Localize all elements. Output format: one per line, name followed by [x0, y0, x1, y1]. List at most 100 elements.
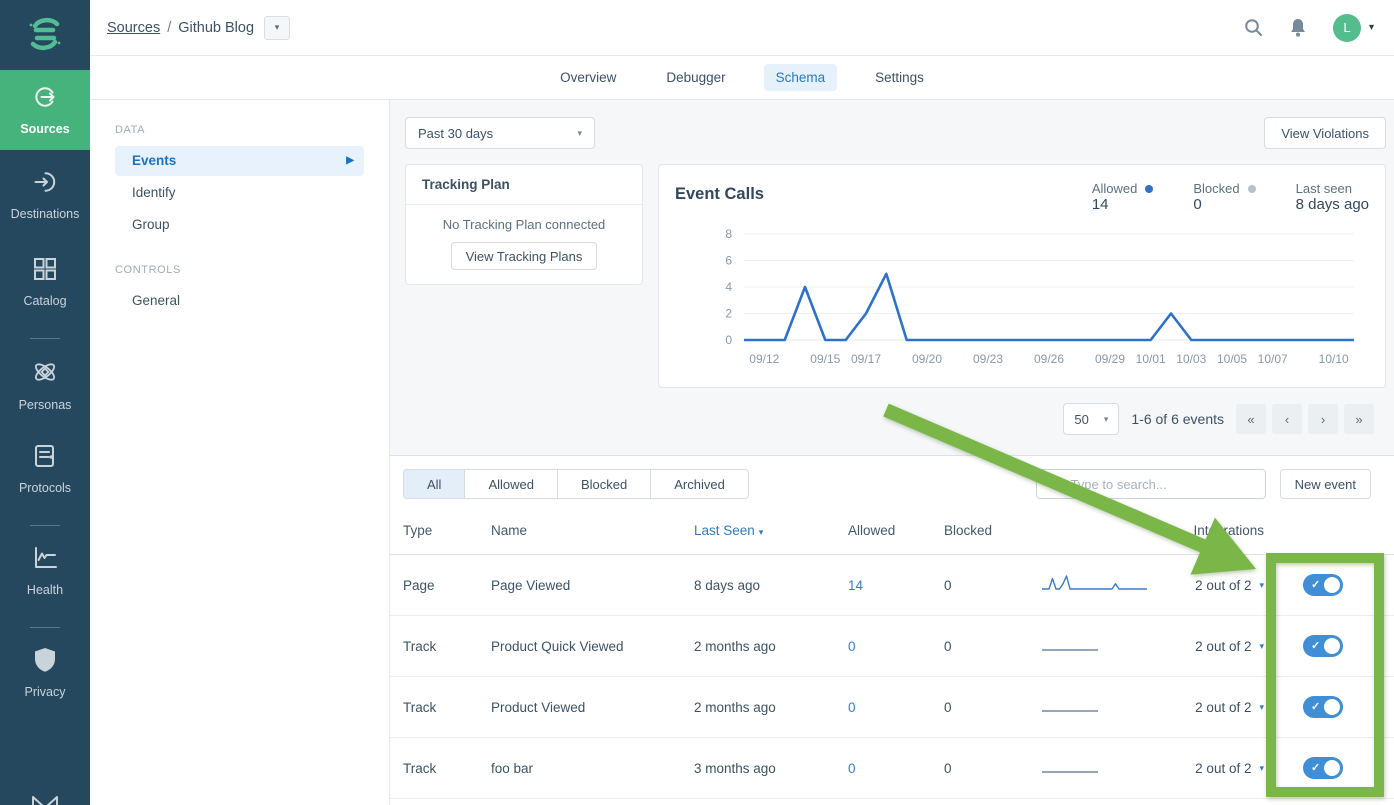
cell-name: Product Quick Viewed — [491, 639, 694, 654]
check-icon: ✓ — [1311, 700, 1320, 713]
event-row-product-quick-viewed: TrackProduct Quick Viewed2 months ago002… — [390, 616, 1394, 677]
date-range-select[interactable]: Past 30 days ▾ — [405, 117, 595, 149]
tab-overview[interactable]: Overview — [548, 64, 628, 91]
svg-text:10/10: 10/10 — [1319, 352, 1349, 366]
tracking-plan-message: No Tracking Plan connected — [416, 217, 632, 232]
pagination-summary: 1-6 of 6 events — [1131, 411, 1224, 427]
notifications-bell-icon[interactable] — [1289, 18, 1307, 38]
chevron-down-icon: ▾ — [1369, 22, 1374, 33]
cell-integrations[interactable]: 2 out of 2▾ — [1164, 639, 1264, 654]
column-header-blocked: Blocked — [944, 523, 1040, 538]
schema-side-panel: DATA Events▶IdentifyGroup CONTROLS Gener… — [90, 100, 390, 805]
sidebar-item-personas[interactable]: Personas — [0, 347, 90, 422]
event-enabled-toggle[interactable]: ✓ — [1303, 757, 1343, 779]
svg-text:09/26: 09/26 — [1034, 352, 1064, 366]
cell-type: Track — [403, 761, 491, 776]
sidebar-item-privacy[interactable]: Privacy — [0, 636, 90, 709]
cell-type: Track — [403, 639, 491, 654]
controls-section-items: General — [90, 286, 389, 316]
svg-text:09/15: 09/15 — [810, 352, 840, 366]
page-size-select[interactable]: 50 ▾ — [1063, 403, 1119, 435]
event-enabled-toggle[interactable]: ✓ — [1303, 574, 1343, 596]
svg-text:09/29: 09/29 — [1095, 352, 1125, 366]
events-table: TypeNameLast Seen▾AllowedBlocked Integrat… — [390, 507, 1394, 799]
search-input[interactable] — [1069, 476, 1255, 493]
column-header-name: Name — [491, 523, 694, 538]
search-icon[interactable] — [1244, 18, 1263, 37]
tab-schema[interactable]: Schema — [764, 64, 838, 91]
data-section-heading: DATA — [115, 124, 389, 136]
chevron-down-icon: ▾ — [275, 22, 280, 33]
events-table-section: AllAllowedBlockedArchived New event — [390, 455, 1394, 805]
avatar[interactable]: L — [1333, 14, 1361, 42]
column-header-last-seen[interactable]: Last Seen▾ — [694, 523, 848, 538]
sort-caret-icon: ▾ — [759, 527, 764, 537]
cell-blocked: 0 — [944, 639, 1040, 654]
top-bar: Sources / Github Blog ▾ L ▾ — [90, 0, 1394, 56]
cell-allowed-link[interactable]: 0 — [848, 761, 944, 776]
event-enabled-toggle[interactable]: ✓ — [1303, 635, 1343, 657]
last-page-button[interactable]: » — [1344, 404, 1374, 434]
chevron-right-icon: ▶ — [346, 153, 354, 169]
cell-integrations[interactable]: 2 out of 2▾ — [1164, 761, 1264, 776]
breadcrumb-separator: / — [167, 20, 171, 36]
next-page-button[interactable]: › — [1308, 404, 1338, 434]
row-sparkline — [1040, 633, 1164, 660]
legend-dot — [1248, 185, 1256, 193]
sidebar-item-sources[interactable]: Sources — [0, 70, 90, 150]
svg-text:09/20: 09/20 — [912, 352, 942, 366]
first-page-button[interactable]: « — [1236, 404, 1266, 434]
event-enabled-toggle[interactable]: ✓ — [1303, 696, 1343, 718]
sidebar-item-protocols[interactable]: Protocols — [0, 432, 90, 505]
cell-name: Product Viewed — [491, 700, 694, 715]
svg-text:09/23: 09/23 — [973, 352, 1003, 366]
row-sparkline — [1040, 572, 1164, 599]
svg-text:0: 0 — [725, 333, 732, 347]
svg-text:8: 8 — [725, 227, 732, 241]
segment-logo[interactable] — [24, 0, 66, 70]
cell-allowed-link[interactable]: 0 — [848, 639, 944, 654]
catalog-icon — [32, 256, 58, 287]
panel-item-group[interactable]: Group — [115, 210, 364, 240]
filter-allowed-button[interactable]: Allowed — [465, 469, 558, 499]
page-size-value: 50 — [1074, 412, 1088, 427]
destinations-icon — [32, 169, 58, 200]
protocols-icon — [32, 443, 58, 474]
date-range-value: Past 30 days — [418, 126, 493, 141]
svg-text:2: 2 — [725, 307, 732, 321]
cell-blocked: 0 — [944, 761, 1040, 776]
new-event-button[interactable]: New event — [1280, 469, 1371, 499]
chart-legend: Allowed14Blocked0Last seen8 days ago — [1092, 181, 1369, 214]
sidebar-item-health[interactable]: Health — [0, 534, 90, 607]
cell-allowed-link[interactable]: 0 — [848, 700, 944, 715]
svg-text:09/12: 09/12 — [749, 352, 779, 366]
connections-icon[interactable] — [30, 795, 60, 805]
tab-debugger[interactable]: Debugger — [654, 64, 737, 91]
sidebar-item-destinations[interactable]: Destinations — [0, 158, 90, 231]
filter-archived-button[interactable]: Archived — [651, 469, 749, 499]
cell-integrations[interactable]: 2 out of 2▾ — [1164, 700, 1264, 715]
health-icon — [32, 545, 59, 576]
filter-blocked-button[interactable]: Blocked — [558, 469, 651, 499]
column-header-type: Type — [403, 523, 491, 538]
previous-page-button[interactable]: ‹ — [1272, 404, 1302, 434]
events-table-body: PagePage Viewed8 days ago1402 out of 2▾✓… — [390, 555, 1394, 799]
sidebar-item-catalog[interactable]: Catalog — [0, 245, 90, 318]
breadcrumb-sources-link[interactable]: Sources — [107, 20, 160, 36]
panel-item-events[interactable]: Events▶ — [115, 146, 364, 176]
column-header-integrations: Integrations — [1164, 523, 1264, 538]
view-violations-button[interactable]: View Violations — [1264, 117, 1386, 149]
tab-settings[interactable]: Settings — [863, 64, 936, 91]
sidebar-nav: Sources Destinations Catalog Personas Protoc… — [0, 70, 90, 709]
view-tracking-plans-button[interactable]: View Tracking Plans — [451, 242, 598, 270]
user-menu[interactable]: L ▾ — [1333, 14, 1374, 42]
chevron-down-icon: ▾ — [577, 128, 582, 139]
panel-item-general[interactable]: General — [115, 286, 364, 316]
cell-last-seen: 3 months ago — [694, 761, 848, 776]
cell-allowed-link[interactable]: 14 — [848, 578, 944, 593]
panel-item-identify[interactable]: Identify — [115, 178, 364, 208]
column-header-allowed: Allowed — [848, 523, 944, 538]
filter-all-button[interactable]: All — [403, 469, 465, 499]
cell-integrations[interactable]: 2 out of 2▾ — [1164, 578, 1264, 593]
source-switcher-button[interactable]: ▾ — [264, 16, 290, 40]
